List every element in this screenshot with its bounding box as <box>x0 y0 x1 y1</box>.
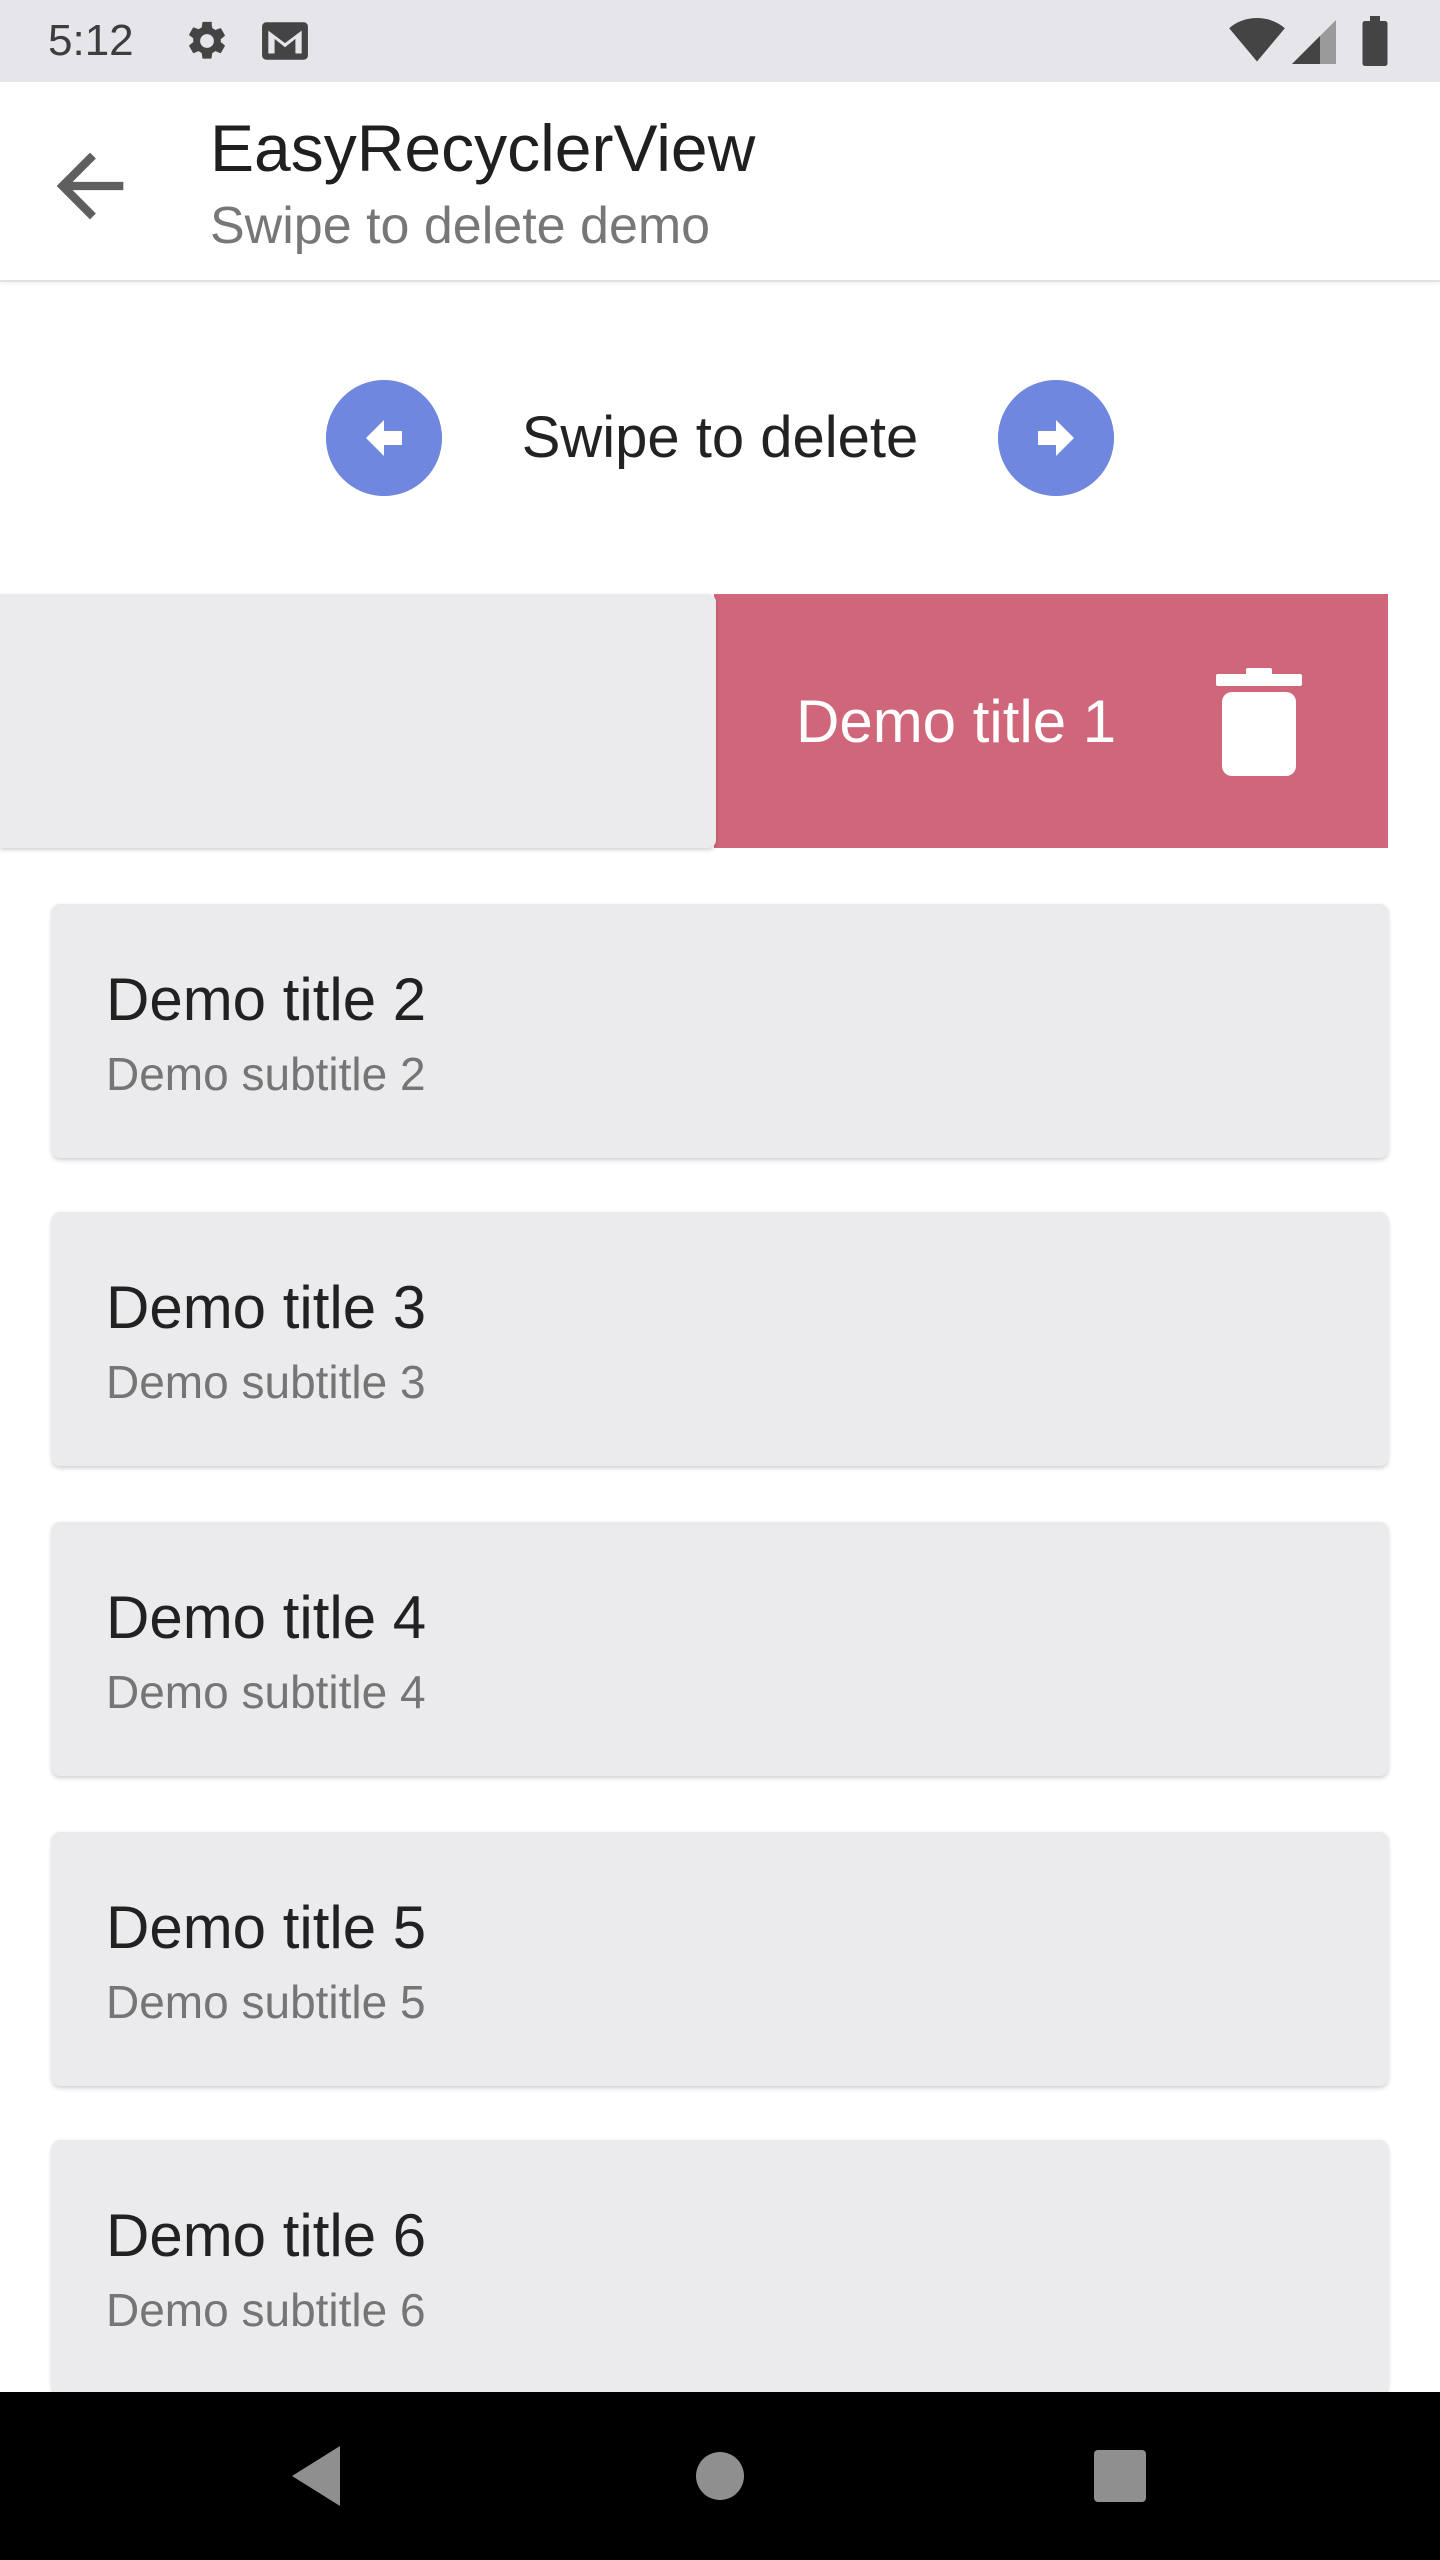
swiped-card[interactable] <box>0 594 716 848</box>
app-title: EasyRecyclerView <box>210 111 756 185</box>
signal-icon <box>1292 20 1336 64</box>
navigation-bar <box>0 2392 1440 2560</box>
gmail-icon <box>262 22 308 60</box>
wifi-icon <box>1229 18 1285 62</box>
swiped-item-title: Demo title 1 <box>796 688 1117 755</box>
list-item-title: Demo title 4 <box>106 1584 427 1651</box>
list-item-title: Demo title 2 <box>106 966 427 1033</box>
app-subtitle: Swipe to delete demo <box>210 197 711 255</box>
nav-back-icon[interactable] <box>280 2436 360 2516</box>
list-item-subtitle: Demo subtitle 3 <box>106 1356 426 1408</box>
gear-icon <box>189 21 225 59</box>
swipe-hint-text: Swipe to delete <box>521 405 919 470</box>
list-item-subtitle: Demo subtitle 5 <box>106 1976 426 2028</box>
arrow-left-circle-icon <box>326 380 442 496</box>
list-item-subtitle: Demo subtitle 2 <box>106 1048 426 1100</box>
arrow-right-circle-icon <box>998 380 1114 496</box>
list-item-title: Demo title 3 <box>106 1274 427 1341</box>
list-item-title: Demo title 5 <box>106 1894 427 1961</box>
list-item[interactable]: Demo title 4 Demo subtitle 4 <box>52 1522 1388 1776</box>
nav-home-icon[interactable] <box>680 2436 760 2516</box>
list-item-title: Demo title 6 <box>106 2202 427 2269</box>
list-item[interactable]: Demo title 2 Demo subtitle 2 <box>52 904 1388 1158</box>
nav-recents-icon[interactable] <box>1080 2436 1160 2516</box>
app-bar: EasyRecyclerView Swipe to delete demo <box>0 82 1440 282</box>
battery-icon <box>1362 16 1388 66</box>
list-item[interactable]: Demo title 5 Demo subtitle 5 <box>52 1832 1388 2086</box>
list-item-subtitle: Demo subtitle 6 <box>106 2284 426 2336</box>
list-item[interactable]: Demo title 6 Demo subtitle 6 <box>52 2140 1388 2394</box>
status-time: 5:12 <box>48 16 134 65</box>
list-item-subtitle: Demo subtitle 4 <box>106 1666 426 1718</box>
list-item[interactable]: Demo title 3 Demo subtitle 3 <box>52 1212 1388 1466</box>
arrow-back-icon[interactable] <box>40 136 140 236</box>
status-bar: 5:12 <box>0 0 1440 82</box>
trash-icon[interactable] <box>1214 668 1304 776</box>
